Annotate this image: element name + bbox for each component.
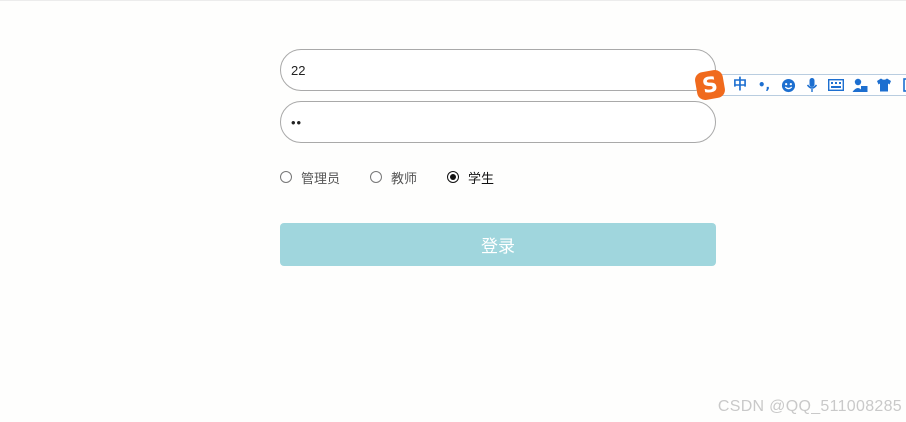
ime-punctuation-toggle[interactable]: •, [755,76,773,94]
role-teacher-radio[interactable] [370,171,383,183]
ime-toolbar: S 中 •, [693,68,906,102]
more-icon[interactable] [899,78,906,92]
role-student-radio[interactable] [447,171,460,183]
login-button[interactable]: 登录 [280,223,716,266]
login-page: 管理员 教师 学生 登录 S 中 •, [0,0,906,422]
microphone-icon[interactable] [803,77,821,93]
role-teacher-option[interactable]: 教师 [370,168,417,187]
csdn-watermark: CSDN @QQ_511008285 [717,398,902,415]
emoji-icon[interactable] [779,78,797,93]
role-admin-option[interactable]: 管理员 [280,168,340,187]
sogou-logo-icon[interactable]: S [693,68,727,102]
skin-icon[interactable] [875,78,893,92]
username-input[interactable] [280,49,716,91]
ime-toolbar-bar: 中 •, [718,74,906,96]
role-teacher-label: 教师 [391,171,418,187]
role-student-label: 学生 [468,171,495,187]
role-student-option[interactable]: 学生 [447,168,494,187]
password-input[interactable] [280,101,716,143]
keyboard-icon[interactable] [827,79,845,91]
user-icon[interactable] [851,78,869,93]
role-admin-label: 管理员 [301,171,341,187]
role-admin-radio[interactable] [280,171,292,183]
ime-mode-toggle[interactable]: 中 [731,76,749,94]
role-selector: 管理员 教师 学生 [280,167,524,187]
